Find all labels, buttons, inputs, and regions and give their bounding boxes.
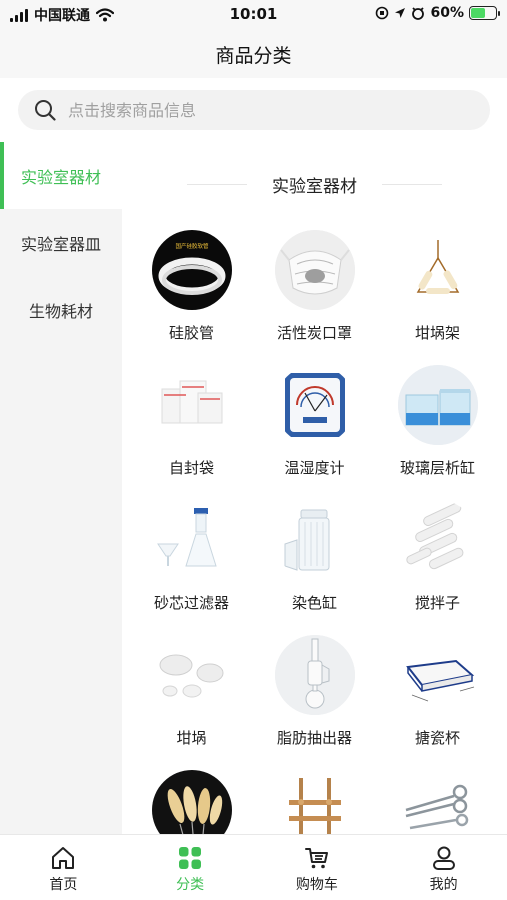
battery-fill [471, 8, 486, 18]
product-item[interactable] [376, 770, 499, 834]
search-area [0, 78, 507, 142]
product-item[interactable]: 砂芯过滤器 [130, 500, 253, 625]
product-name: 搅拌子 [414, 594, 460, 612]
status-bar: 中国联通 10:01 60% [0, 0, 507, 30]
sidebar-item-label: 实验室器皿 [20, 234, 101, 254]
stir-bar-image [397, 500, 478, 580]
search-bar[interactable] [18, 90, 490, 130]
rotation-lock-icon [376, 6, 389, 20]
sand-core-filter-image [151, 500, 232, 580]
category-sidebar: 实验室器材 实验室器皿 生物耗材 [0, 142, 122, 834]
product-name: 坩埚 [176, 729, 207, 747]
product-item[interactable]: 染色缸 [253, 500, 376, 625]
product-name: 硅胶管 [168, 324, 214, 342]
tab-label: 分类 [176, 877, 205, 893]
product-item[interactable]: 玻璃层析缸 [376, 365, 499, 490]
tab-label: 首页 [49, 877, 78, 893]
product-grid: 国产硅胶软管 硅胶管 活性炭口罩 坩埚架 自封袋 温湿度计 玻璃层析缸 砂芯过滤… [130, 230, 500, 834]
fat-extractor-image [274, 635, 355, 715]
scissors-image [397, 770, 478, 834]
product-item[interactable] [130, 770, 253, 834]
product-name: 砂芯过滤器 [153, 594, 229, 612]
product-photo-text: 国产硅胶软管 [175, 242, 209, 250]
stand-image [274, 770, 355, 834]
sidebar-item-lab-glassware[interactable]: 实验室器皿 [0, 209, 122, 276]
product-name: 玻璃层析缸 [399, 459, 475, 477]
tab-label: 购物车 [295, 877, 338, 893]
search-icon [35, 100, 56, 121]
product-name: 自封袋 [168, 459, 214, 477]
sidebar-item-bio-consumables[interactable]: 生物耗材 [0, 276, 122, 343]
product-name: 坩埚架 [414, 324, 460, 342]
product-name: 染色缸 [291, 594, 337, 612]
silicone-tube-image: 国产硅胶软管 [151, 230, 232, 310]
crucible-image [151, 635, 232, 715]
sidebar-item-label: 生物耗材 [28, 301, 93, 321]
battery-icon [469, 6, 500, 20]
sidebar-item-label: 实验室器材 [20, 167, 101, 187]
product-item[interactable]: 国产硅胶软管 硅胶管 [130, 230, 253, 355]
section-title: 实验室器材 [122, 172, 507, 197]
hygrometer-image [274, 365, 355, 445]
nav-header: 商品分类 [0, 30, 507, 78]
tab-category[interactable]: 分类 [127, 835, 254, 900]
home-icon [52, 847, 75, 869]
product-name: 温湿度计 [284, 459, 345, 477]
location-icon [395, 8, 406, 18]
brushes-image [151, 770, 232, 834]
product-item[interactable] [253, 770, 376, 834]
product-item[interactable]: 搪瓷杯 [376, 635, 499, 760]
product-item[interactable]: 活性炭口罩 [253, 230, 376, 355]
staining-jar-image [274, 500, 355, 580]
page-title: 商品分类 [215, 44, 292, 67]
category-icon [179, 847, 202, 869]
chromatography-tank-image [397, 365, 478, 445]
ziplock-bag-image [151, 365, 232, 445]
carbon-mask-image [274, 230, 355, 310]
alarm-icon [412, 7, 425, 20]
crucible-rack-image [397, 230, 478, 310]
tab-mine[interactable]: 我的 [380, 835, 507, 900]
product-item[interactable]: 脂肪抽出器 [253, 635, 376, 760]
product-name: 搪瓷杯 [414, 729, 460, 747]
user-icon [432, 846, 455, 870]
product-name: 脂肪抽出器 [276, 729, 352, 747]
enamel-tray-image [397, 635, 478, 715]
product-item[interactable]: 坩埚架 [376, 230, 499, 355]
category-content: 实验室器材 国产硅胶软管 硅胶管 活性炭口罩 坩埚架 自封袋 温湿度计 玻璃层析… [122, 142, 507, 834]
tab-home[interactable]: 首页 [0, 835, 127, 900]
battery-percent: 60% [430, 5, 464, 21]
status-right: 60% [375, 5, 500, 21]
product-item[interactable]: 坩埚 [130, 635, 253, 760]
product-item[interactable]: 搅拌子 [376, 500, 499, 625]
tab-label: 我的 [429, 877, 458, 893]
search-input[interactable] [68, 100, 448, 120]
product-item[interactable]: 温湿度计 [253, 365, 376, 490]
tab-cart[interactable]: 购物车 [254, 835, 381, 900]
product-name: 活性炭口罩 [276, 324, 352, 342]
sidebar-item-lab-equipment[interactable]: 实验室器材 [0, 142, 122, 209]
cart-icon [304, 848, 328, 869]
bottom-tabbar: 首页 分类 购物车 我的 [0, 834, 507, 900]
product-item[interactable]: 自封袋 [130, 365, 253, 490]
